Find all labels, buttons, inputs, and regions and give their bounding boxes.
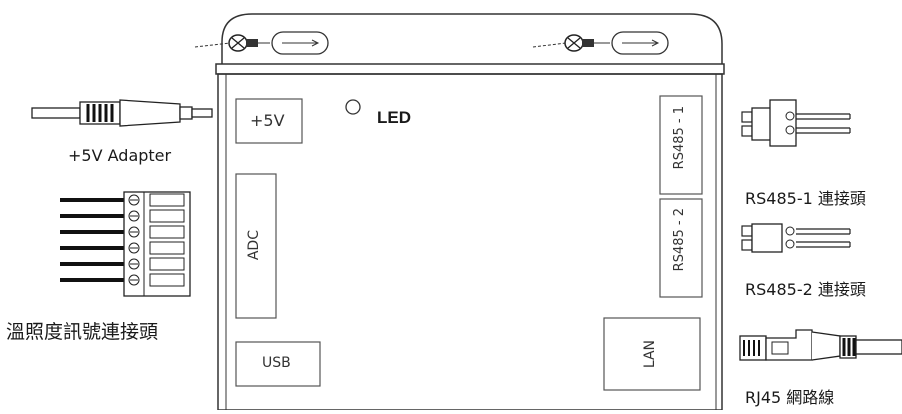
rs485-2-connector: [741, 223, 851, 253]
screw-icon-right: [532, 34, 610, 52]
rs485-1-connector: [741, 99, 851, 147]
sensor-connector-callout: 溫照度訊號連接頭: [6, 321, 159, 343]
device-wiring-diagram: +5V LED ADC USB RS485 - 1 RS485 - 2 LAN …: [0, 0, 902, 411]
rs485-1-port-label: RS485 - 1: [672, 106, 687, 170]
adc-port-label: ADC: [246, 230, 262, 261]
led-indicator: [345, 99, 361, 115]
adapter-callout: +5V Adapter: [68, 146, 172, 165]
power-port-label: +5V: [250, 111, 285, 130]
rs485-1-connector-callout: RS485-1 連接頭: [745, 189, 866, 208]
sensor-terminal-block: [60, 191, 191, 297]
screw-icon-left: [194, 34, 270, 52]
mounting-bracket: [221, 13, 723, 64]
screw-slot-left: [271, 31, 329, 55]
led-label: LED: [377, 108, 411, 127]
lan-port-label: LAN: [642, 340, 658, 369]
rs485-2-connector-callout: RS485-2 連接頭: [745, 280, 866, 299]
rj45-cable: [739, 329, 902, 361]
usb-port-label: USB: [262, 355, 291, 371]
screw-slot-right: [611, 31, 669, 55]
rj45-cable-callout: RJ45 網路線: [745, 388, 835, 407]
power-adapter-plug: [31, 99, 213, 127]
rs485-2-port-label: RS485 - 2: [672, 208, 687, 272]
